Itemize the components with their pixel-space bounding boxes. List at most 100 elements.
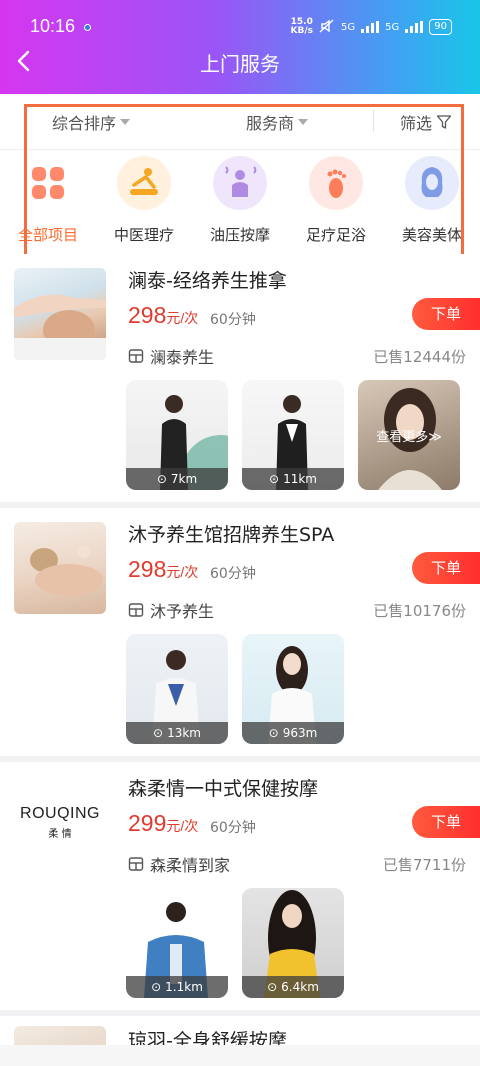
store-name: 森柔情到家 xyxy=(150,856,231,875)
signal-icon xyxy=(361,21,380,33)
view-more-card[interactable]: 查看更多≫ xyxy=(358,380,460,490)
location-pin-icon: ⊙ xyxy=(151,980,162,994)
price-value: 299 xyxy=(128,810,167,836)
listing-card[interactable]: ROUQING 柔 情 森柔情一中式保健按摩 299元/次 60分钟 下单 森柔… xyxy=(0,762,480,1010)
funnel-icon xyxy=(436,115,452,129)
beauty-icon xyxy=(405,156,459,210)
distance-badge: ⊙ 6.4km xyxy=(242,976,344,998)
distance-value: 11km xyxy=(283,472,317,486)
category-oil[interactable]: 油压按摩 xyxy=(192,156,288,245)
filter-label: 筛选 xyxy=(400,114,433,133)
location-pin-icon: ⊙ xyxy=(268,726,279,740)
massage-icon xyxy=(117,156,171,210)
provider-label: 服务商 xyxy=(246,114,295,133)
distance-value: 6.4km xyxy=(281,980,319,994)
price-unit: 元/次 xyxy=(166,818,199,834)
category-tcm[interactable]: 中医理疗 xyxy=(96,156,192,245)
speed-unit: KB/s xyxy=(290,26,314,36)
therapist-card[interactable]: ⊙ 13km xyxy=(126,634,228,744)
sold-count: 已售7711份 xyxy=(382,856,466,874)
service-price: 299元/次 xyxy=(128,810,198,837)
oil-massage-icon xyxy=(213,156,267,210)
service-price: 298元/次 xyxy=(128,302,198,329)
location-pin-icon: ⊙ xyxy=(156,472,167,486)
price-value: 298 xyxy=(128,556,167,582)
logo-subtext: 柔 情 xyxy=(48,828,72,840)
four-petal-icon xyxy=(21,156,75,210)
service-duration: 60分钟 xyxy=(210,566,256,582)
status-bar: 10:16 15.0 KB/s 5G 5G 90 xyxy=(0,0,480,40)
filter-button[interactable]: 筛选 xyxy=(400,110,452,134)
sold-count: 已售10176份 xyxy=(373,602,466,620)
order-button[interactable]: 下单 xyxy=(412,298,480,330)
distance-badge: ⊙ 11km xyxy=(242,468,344,490)
distance-badge: ⊙ 1.1km xyxy=(126,976,228,998)
store-name: 沐予养生 xyxy=(150,602,215,621)
chevron-down-icon xyxy=(298,119,309,125)
therapist-card[interactable]: ⊙ 1.1km xyxy=(126,888,228,998)
service-name: 森柔情一中式保健按摩 xyxy=(128,778,319,800)
brand-logo: ROUQING 柔 情 xyxy=(14,776,106,868)
category-beauty[interactable]: 美容美体 xyxy=(384,156,480,245)
therapist-card[interactable]: ⊙ 6.4km xyxy=(242,888,344,998)
network-speed: 15.0 KB/s xyxy=(291,18,313,36)
therapist-card[interactable]: ⊙ 7km xyxy=(126,380,228,490)
price-unit: 元/次 xyxy=(166,564,199,580)
service-thumbnail xyxy=(14,522,106,614)
distance-value: 1.1km xyxy=(165,980,203,994)
therapist-card[interactable]: ⊙ 11km xyxy=(242,380,344,490)
view-more-label: 查看更多≫ xyxy=(376,430,442,445)
store-icon xyxy=(128,857,144,871)
distance-badge: ⊙ 7km xyxy=(126,468,228,490)
signal-icon-2 xyxy=(405,21,424,33)
store-icon xyxy=(128,349,144,363)
location-pin-icon: ⊙ xyxy=(269,472,280,486)
distance-value: 7km xyxy=(170,472,198,486)
mute-icon xyxy=(319,18,335,36)
sort-label: 综合排序 xyxy=(52,114,117,133)
sort-dropdown[interactable]: 综合排序 xyxy=(52,110,131,134)
category-label: 中医理疗 xyxy=(113,226,174,244)
listing-card[interactable]: 沐予养生馆招牌养生SPA 298元/次 60分钟 下单 沐予养生 已售10176… xyxy=(0,508,480,756)
provider-dropdown[interactable]: 服务商 xyxy=(246,110,309,134)
foot-icon xyxy=(309,156,363,210)
distance-badge: ⊙ 13km xyxy=(126,722,228,744)
net1-label: 5G xyxy=(341,21,356,33)
status-right: 15.0 KB/s 5G 5G 90 xyxy=(291,18,452,36)
app-header: 10:16 15.0 KB/s 5G 5G 90 上门服务 xyxy=(0,0,480,94)
service-price: 298元/次 xyxy=(128,556,198,583)
net2-label: 5G xyxy=(385,21,400,33)
store-icon xyxy=(128,603,144,617)
category-label: 美容美体 xyxy=(401,226,462,244)
category-label: 全部项目 xyxy=(17,226,78,244)
bottom-bar xyxy=(0,1045,480,1066)
order-button[interactable]: 下单 xyxy=(412,552,480,584)
store-link[interactable]: 沐予养生 xyxy=(128,598,214,622)
status-time: 10:16 xyxy=(30,16,76,36)
price-unit: 元/次 xyxy=(166,310,199,326)
distance-badge: ⊙ 963m xyxy=(242,722,344,744)
chevron-down-icon xyxy=(120,119,131,125)
price-value: 298 xyxy=(128,302,167,328)
order-button[interactable]: 下单 xyxy=(412,806,480,838)
category-row: 全部项目 中医理疗 油压按摩 足疗足浴 美容美体 xyxy=(0,150,480,254)
therapist-card[interactable]: ⊙ 963m xyxy=(242,634,344,744)
page-title: 上门服务 xyxy=(200,52,280,76)
service-duration: 60分钟 xyxy=(210,312,256,328)
distance-value: 963m xyxy=(282,726,318,740)
divider xyxy=(373,110,374,132)
store-link[interactable]: 森柔情到家 xyxy=(128,852,230,876)
sold-count: 已售12444份 xyxy=(373,348,466,366)
service-duration: 60分钟 xyxy=(210,820,256,836)
category-all[interactable]: 全部项目 xyxy=(0,156,96,245)
service-thumbnail xyxy=(14,268,106,360)
store-link[interactable]: 澜泰养生 xyxy=(128,344,214,368)
category-foot[interactable]: 足疗足浴 xyxy=(288,156,384,245)
service-name: 澜泰-经络养生推拿 xyxy=(128,270,287,292)
location-pin-icon: ⊙ xyxy=(153,726,164,740)
notification-dot-icon xyxy=(84,24,91,31)
category-label: 油压按摩 xyxy=(209,226,270,244)
store-name: 澜泰养生 xyxy=(150,348,215,367)
listing-card[interactable]: 澜泰-经络养生推拿 298元/次 60分钟 下单 澜泰养生 已售12444份 ⊙… xyxy=(0,254,480,502)
distance-value: 13km xyxy=(167,726,201,740)
